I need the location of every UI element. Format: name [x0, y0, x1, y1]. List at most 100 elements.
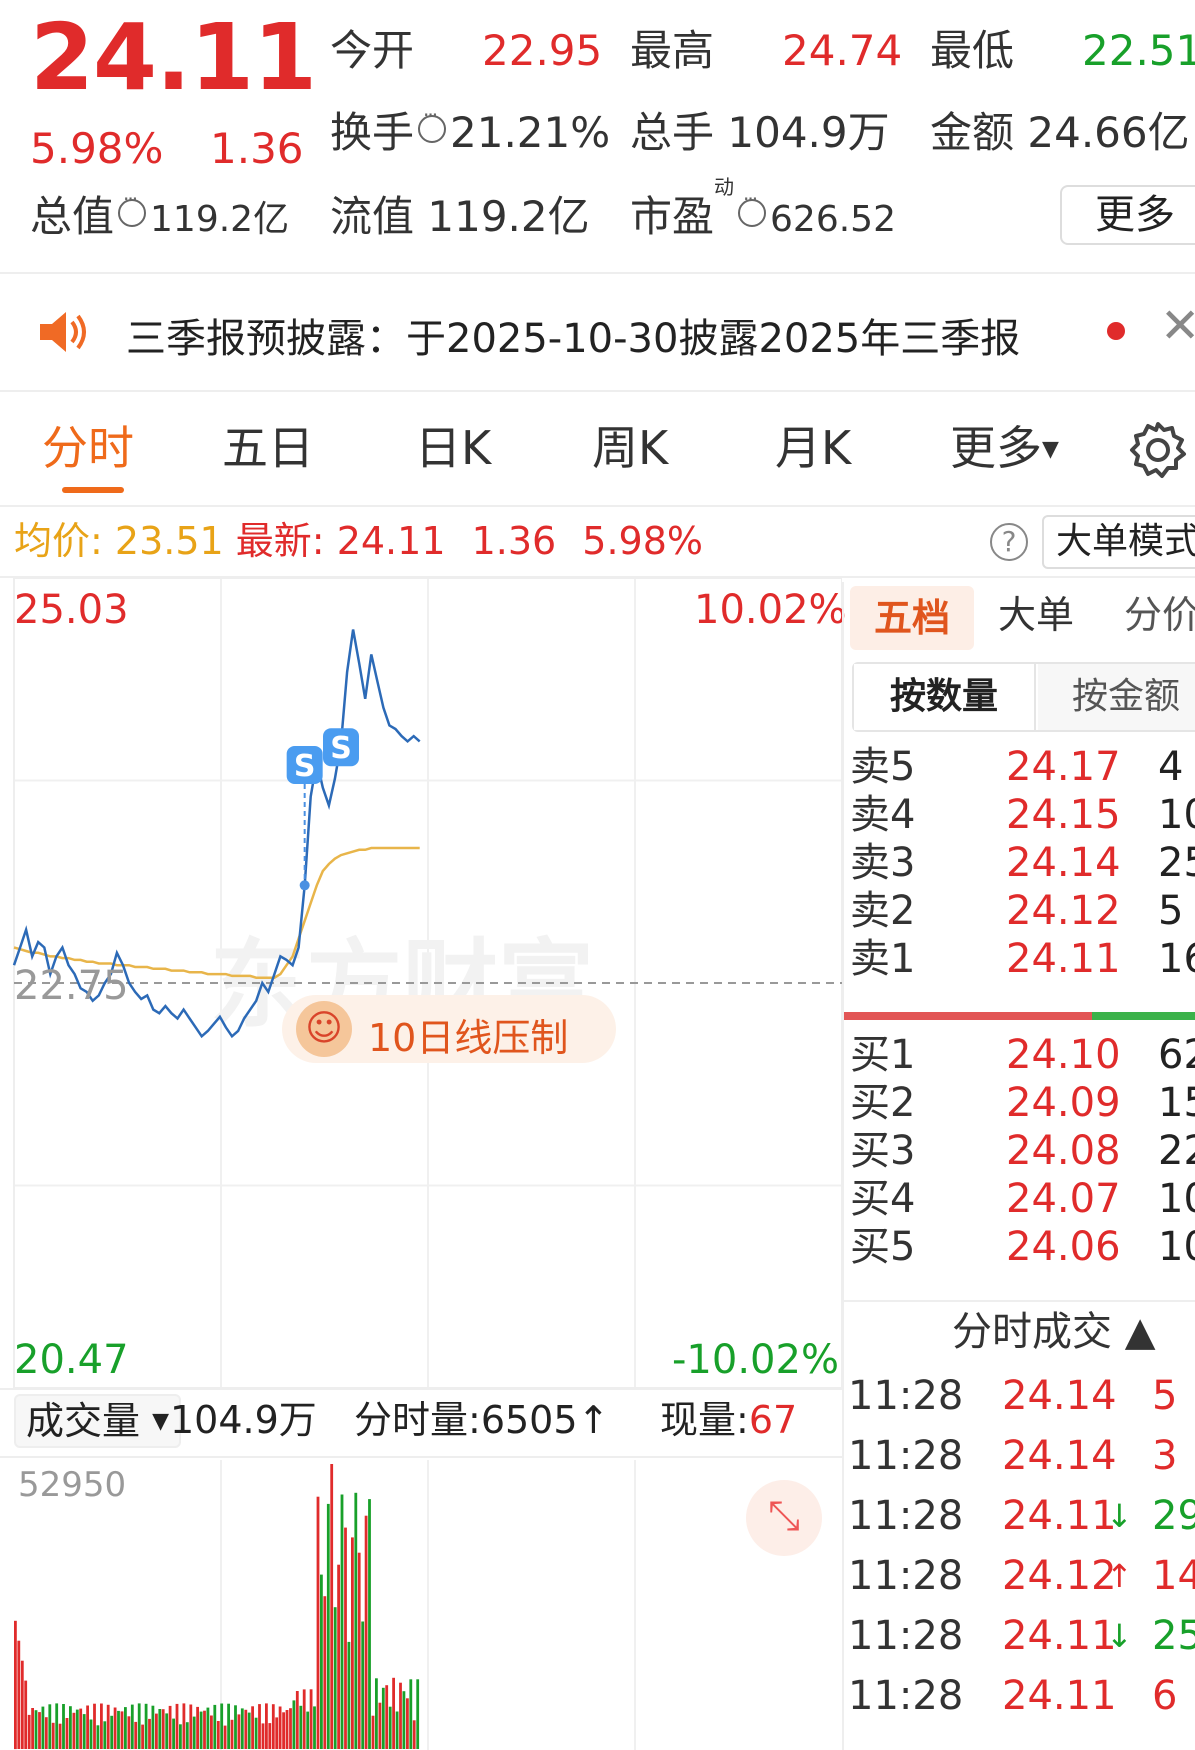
- ma-pressure-bubble[interactable]: ☺ 10日线压制: [282, 995, 616, 1063]
- volume-bar: [185, 1722, 189, 1749]
- tab-price-dist[interactable]: 分价: [1124, 596, 1195, 634]
- more-button[interactable]: 更多: [1060, 185, 1195, 245]
- volume-bar: [261, 1723, 265, 1749]
- bid-volume: 15: [1158, 1080, 1195, 1126]
- volume-bar: [268, 1723, 272, 1749]
- volume-bar: [351, 1537, 354, 1749]
- minute-volume: 分时量:6505↑: [354, 1401, 609, 1439]
- indicator-select[interactable]: 成交量 ▼: [14, 1394, 182, 1448]
- help-icon[interactable]: ?: [990, 523, 1028, 561]
- tab-five-day[interactable]: 五日: [222, 425, 314, 471]
- bid-row: 买2 24.09 15: [850, 1076, 1195, 1130]
- tab-five-level[interactable]: 五档: [850, 586, 974, 650]
- tab-big-order[interactable]: 大单: [998, 596, 1074, 634]
- ask-row: 卖4 24.15 10: [850, 788, 1195, 842]
- latest-value: 24.11: [336, 519, 446, 563]
- volume-bar: [340, 1494, 344, 1749]
- indicator-select-label: 成交量: [26, 1399, 141, 1443]
- divider: [0, 1456, 842, 1458]
- volume-bar: [364, 1515, 368, 1749]
- volume-bar: [240, 1708, 244, 1749]
- bid-row: 买5 24.06 10: [850, 1220, 1195, 1274]
- caret-down-icon: ▼: [1042, 437, 1059, 462]
- volume-bar-chart[interactable]: [0, 1460, 842, 1750]
- turnover-group[interactable]: 换手 21.21%: [330, 105, 610, 154]
- info-icon[interactable]: [418, 105, 447, 143]
- trade-time: 11:28: [848, 1433, 964, 1479]
- volume-group: 总手 104.9万: [630, 112, 890, 154]
- latest-change-amount: 1.36: [471, 519, 557, 563]
- volume-grid: [220, 1460, 636, 1750]
- volume-bar: [27, 1714, 31, 1749]
- bid-price: 24.07: [1006, 1176, 1121, 1222]
- divider: [844, 1300, 1195, 1302]
- current-price: 24.11: [30, 4, 317, 111]
- close-icon[interactable]: ✕: [1160, 302, 1195, 350]
- volume-bar: [378, 1702, 382, 1749]
- trade-time: 11:28: [848, 1553, 964, 1599]
- ask-volume: 16: [1158, 936, 1195, 982]
- bid-price: 24.10: [1006, 1032, 1121, 1078]
- change-pct: 5.98%: [30, 124, 164, 173]
- volume-bar: [254, 1717, 258, 1749]
- subtab-by-amount[interactable]: 按金额: [1038, 664, 1195, 730]
- volume-bar: [41, 1706, 45, 1749]
- total-cap-value: 119.2亿: [150, 199, 290, 240]
- volume-bar: [192, 1716, 196, 1749]
- ask-row: 卖3 24.14 25: [850, 836, 1195, 890]
- info-icon[interactable]: [738, 189, 767, 227]
- ask-volume: 25: [1158, 840, 1195, 886]
- volume-bar: [344, 1527, 347, 1749]
- tab-month-k[interactable]: 月K: [775, 425, 851, 471]
- settings-gear-icon[interactable]: [1128, 420, 1188, 480]
- avg-value: 23.51: [114, 519, 224, 563]
- pe-group[interactable]: 市盈动 626.52: [630, 177, 896, 238]
- trades-header[interactable]: 分时成交 ▲: [952, 1312, 1155, 1352]
- tab-day-k[interactable]: 日K: [415, 425, 491, 471]
- ask-price: 24.15: [1006, 792, 1121, 838]
- tab-intraday[interactable]: 分时: [42, 425, 134, 471]
- expand-icon[interactable]: ⤡: [746, 1480, 822, 1556]
- open-label: 今开: [330, 26, 415, 75]
- volume-bars: [14, 1464, 420, 1750]
- volume-bar: [388, 1706, 392, 1749]
- tab-more[interactable]: 更多▼: [950, 425, 1059, 471]
- ask-label: 卖4: [850, 792, 916, 838]
- low-label: 最低: [930, 26, 1015, 75]
- active-tab-indicator: [62, 487, 124, 493]
- notice-text[interactable]: 三季报预披露：于2025-10-30披露2025年三季报: [126, 306, 1020, 364]
- amount-label: 金额: [930, 108, 1015, 157]
- tab-more-label: 更多: [950, 421, 1042, 475]
- volume-bar: [309, 1689, 313, 1749]
- float-cap-value: 119.2亿: [427, 192, 590, 241]
- volume-bar: [409, 1679, 413, 1749]
- volume-bar: [96, 1725, 100, 1749]
- ask-price: 24.12: [1006, 888, 1121, 934]
- volume-bar: [38, 1712, 41, 1749]
- volume-bar: [285, 1710, 289, 1749]
- mascot-icon: ☺: [296, 1001, 352, 1057]
- subtab-by-quantity[interactable]: 按数量: [854, 664, 1036, 730]
- volume-bar: [165, 1713, 169, 1749]
- tab-week-k[interactable]: 周K: [592, 425, 668, 471]
- ask-row: 卖1 24.11 16: [850, 932, 1195, 986]
- total-cap-group[interactable]: 总值 119.2亿: [30, 189, 290, 240]
- latest-change-pct: 5.98%: [582, 519, 704, 563]
- trade-price: 24.11: [1002, 1613, 1117, 1659]
- volume-bar: [330, 1464, 334, 1749]
- avg-label: 均价:: [14, 519, 103, 563]
- low-value: 22.51: [1082, 26, 1195, 75]
- volume-bar: [227, 1703, 230, 1749]
- info-icon[interactable]: [118, 189, 147, 227]
- volume-total: 104.9万: [170, 1398, 317, 1442]
- trade-direction: ↓: [1106, 1617, 1133, 1655]
- latest-label: 最新:: [235, 519, 325, 563]
- volume-bar: [55, 1703, 59, 1749]
- float-cap-label: 流值: [330, 192, 415, 241]
- volume-bar: [210, 1715, 213, 1749]
- trade-price: 24.11: [1002, 1673, 1117, 1719]
- big-order-mode-button[interactable]: 大单模式: [1042, 515, 1195, 569]
- volume-bar: [148, 1718, 151, 1749]
- volume-bar: [306, 1711, 310, 1749]
- trade-volume: 3: [1152, 1433, 1178, 1479]
